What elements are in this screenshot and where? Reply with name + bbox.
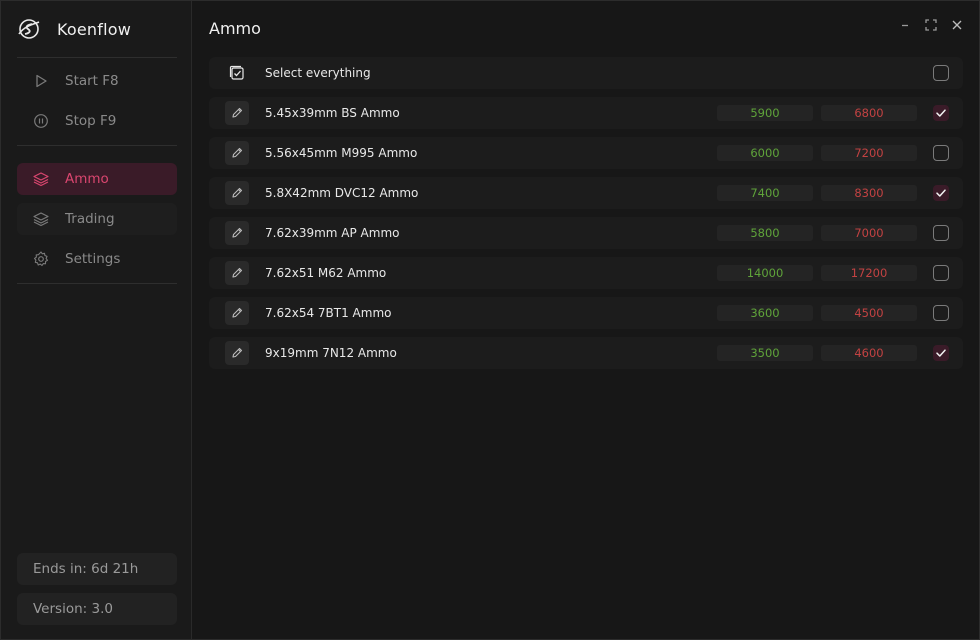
ammo-name: 7.62x54 7BT1 Ammo [265,306,392,320]
layers-icon [31,169,51,189]
ammo-row[interactable]: 5.56x45mm M995 Ammo 6000 7200 [209,137,963,169]
pause-icon [31,111,51,131]
buy-price[interactable]: 14000 [717,265,813,281]
sidebar-item-label: Ammo [65,171,109,187]
ammo-row[interactable]: 7.62x39mm AP Ammo 5800 7000 [209,217,963,249]
row-checkbox[interactable] [933,225,949,241]
gear-icon [31,249,51,269]
sidebar-divider [17,145,177,146]
sell-price[interactable]: 4600 [821,345,917,361]
page-title: Ammo [209,19,261,38]
edit-icon[interactable] [225,221,249,245]
ammo-row[interactable]: 5.45x39mm BS Ammo 5900 6800 [209,97,963,129]
sidebar-divider [17,283,177,284]
check-icon [936,109,946,117]
select-all-icon [229,65,245,81]
ammo-name: 5.8X42mm DVC12 Ammo [265,186,419,200]
ammo-name: 5.56x45mm M995 Ammo [265,146,418,160]
check-icon [936,349,946,357]
start-button[interactable]: Start F8 [17,65,177,97]
version-label: Version: 3.0 [17,593,177,625]
ammo-row[interactable]: 7.62x51 M62 Ammo 14000 17200 [209,257,963,289]
app-window: Koenflow Start F8 Stop F9 Ammo Trading S… [0,0,980,640]
close-icon[interactable] [949,17,965,33]
buy-price[interactable]: 3500 [717,345,813,361]
sidebar-item-label: Trading [65,211,115,227]
layers-icon [31,209,51,229]
sell-price[interactable]: 6800 [821,105,917,121]
sell-price[interactable]: 4500 [821,305,917,321]
sidebar-item-settings[interactable]: Settings [17,243,177,275]
ammo-row[interactable]: 7.62x54 7BT1 Ammo 3600 4500 [209,297,963,329]
sell-price[interactable]: 17200 [821,265,917,281]
sidebar-item-label: Settings [65,251,121,267]
sidebar-item-trading[interactable]: Trading [17,203,177,235]
select-all-label: Select everything [265,66,371,80]
edit-icon[interactable] [225,101,249,125]
start-label: Start F8 [65,73,119,89]
buy-price[interactable]: 5900 [717,105,813,121]
edit-icon[interactable] [225,341,249,365]
ammo-name: 7.62x51 M62 Ammo [265,266,387,280]
edit-icon[interactable] [225,301,249,325]
window-controls [897,17,965,33]
sidebar: Koenflow Start F8 Stop F9 Ammo Trading S… [1,1,192,639]
buy-price[interactable]: 3600 [717,305,813,321]
row-checkbox[interactable] [933,145,949,161]
koenflow-logo-icon [15,15,43,43]
sidebar-item-ammo[interactable]: Ammo [17,163,177,195]
ammo-name: 5.45x39mm BS Ammo [265,106,400,120]
buy-price[interactable]: 7400 [717,185,813,201]
row-checkbox[interactable] [933,345,949,361]
ammo-row[interactable]: 9x19mm 7N12 Ammo 3500 4600 [209,337,963,369]
main-panel: Ammo Select everything 5.45x39mm BS Ammo… [193,1,979,639]
app-name: Koenflow [57,19,132,39]
row-checkbox[interactable] [933,305,949,321]
stop-button[interactable]: Stop F9 [17,105,177,137]
ammo-name: 9x19mm 7N12 Ammo [265,346,397,360]
ammo-row[interactable]: 5.8X42mm DVC12 Ammo 7400 8300 [209,177,963,209]
sell-price[interactable]: 8300 [821,185,917,201]
minimize-icon[interactable] [897,17,913,33]
check-icon [936,189,946,197]
select-all-checkbox[interactable] [933,65,949,81]
sell-price[interactable]: 7200 [821,145,917,161]
subscription-status: Ends in: 6d 21h [17,553,177,585]
edit-icon[interactable] [225,181,249,205]
edit-icon[interactable] [225,141,249,165]
maximize-icon[interactable] [923,17,939,33]
buy-price[interactable]: 5800 [717,225,813,241]
buy-price[interactable]: 6000 [717,145,813,161]
select-all-row[interactable]: Select everything [209,57,963,89]
sidebar-divider [17,57,177,58]
sell-price[interactable]: 7000 [821,225,917,241]
play-icon [31,71,51,91]
row-checkbox[interactable] [933,265,949,281]
edit-icon[interactable] [225,261,249,285]
brand: Koenflow [15,13,131,45]
ammo-name: 7.62x39mm AP Ammo [265,226,400,240]
stop-label: Stop F9 [65,113,117,129]
row-checkbox[interactable] [933,185,949,201]
row-checkbox[interactable] [933,105,949,121]
